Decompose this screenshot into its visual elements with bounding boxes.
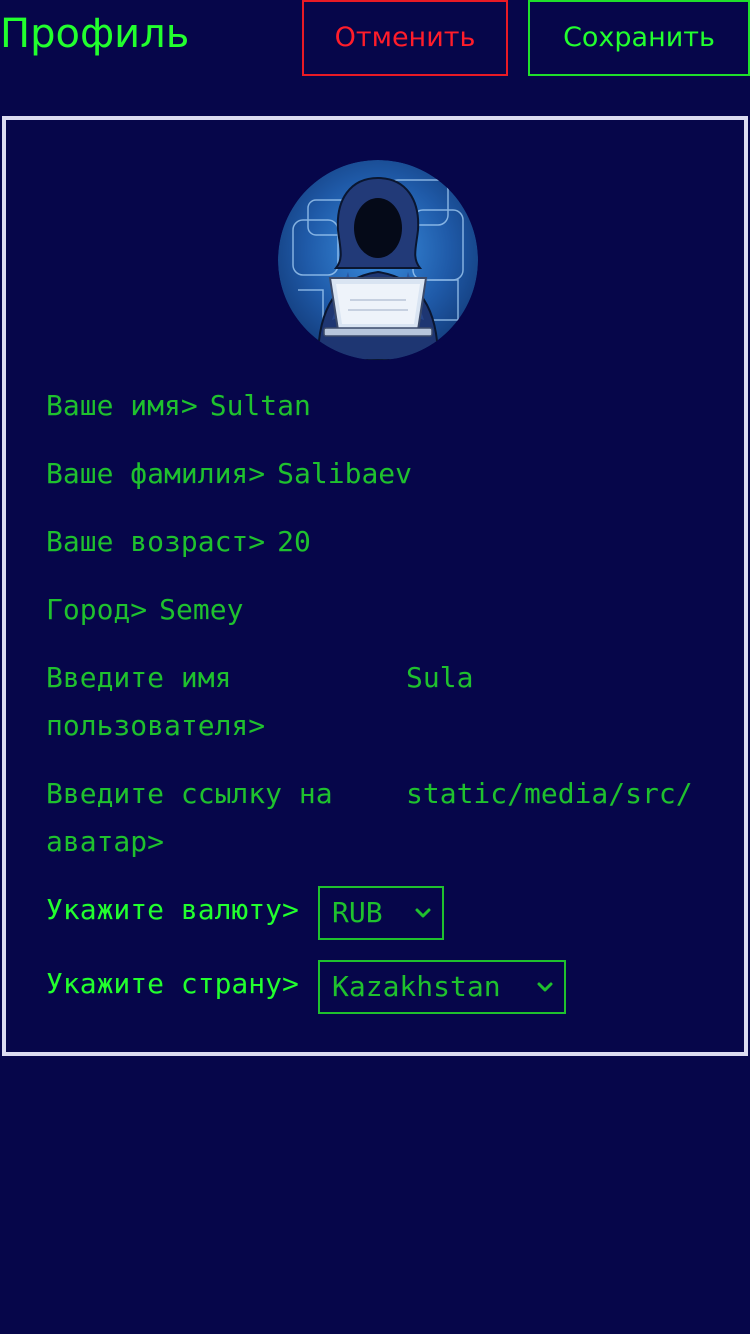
first-name-value[interactable]: Sultan [210,389,311,422]
last-name-label: Ваше фамилия> [46,457,266,490]
page-title: Профиль [0,11,190,57]
country-select[interactable]: Kazakhstan [318,960,566,1014]
avatar-link-field[interactable]: static/media/src/ [406,770,693,818]
hooded-hacker-avatar-icon [278,160,478,360]
city-row: Город> Semey [46,586,243,634]
country-label: Укажите страну> [46,967,299,1000]
age-label: Ваше возраст> [46,525,266,558]
first-name-label: Ваше имя> [46,389,198,422]
last-name-value[interactable]: Salibaev [277,457,412,490]
profile-card: Ваше имя> Sultan Ваше фамилия> Salibaev Ва… [2,116,748,1056]
username-label: Введите имя пользователя> [46,661,266,742]
country-row: Укажите страну> [46,960,299,1008]
age-value[interactable]: 20 [277,525,311,558]
city-value[interactable]: Semey [159,593,243,626]
currency-selected: RUB [332,896,383,929]
first-name-row: Ваше имя> Sultan [46,382,311,430]
avatar-link-label: Введите ссылку на аватар> [46,777,333,858]
chevron-down-icon [415,908,431,918]
cancel-button[interactable]: Отменить [302,0,508,76]
currency-row: Укажите валюту> [46,886,299,934]
country-selected: Kazakhstan [332,970,501,1003]
chevron-down-icon [537,982,553,992]
save-button[interactable]: Сохранить [528,0,750,76]
username-field[interactable]: Sula [406,654,473,702]
age-row: Ваше возраст> 20 [46,518,311,566]
avatar [278,160,478,360]
currency-select[interactable]: RUB [318,886,444,940]
city-label: Город> [46,593,148,626]
currency-label: Укажите валюту> [46,893,299,926]
last-name-row: Ваше фамилия> Salibaev [46,450,412,498]
